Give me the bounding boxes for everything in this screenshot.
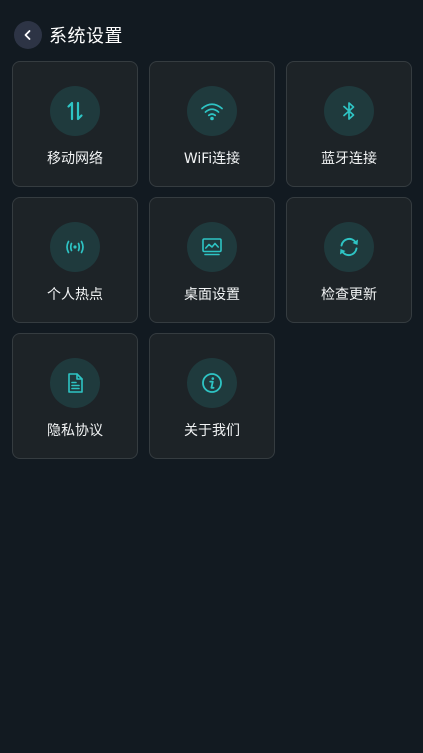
tile-bluetooth[interactable]: 蓝牙连接 [286, 61, 412, 187]
settings-grid: 移动网络 WiFi连接 蓝牙连接 个人热点 桌面设置 检查更新 隐私协议 关于我… [12, 61, 412, 459]
tile-hotspot[interactable]: 个人热点 [12, 197, 138, 323]
tile-desktop[interactable]: 桌面设置 [149, 197, 275, 323]
tile-label: 关于我们 [184, 423, 240, 439]
info-icon [202, 373, 222, 393]
tile-label: 个人热点 [47, 287, 103, 303]
tile-privacy-policy[interactable]: 隐私协议 [12, 333, 138, 459]
tile-check-update[interactable]: 检查更新 [286, 197, 412, 323]
tile-label: 检查更新 [321, 287, 377, 303]
tile-label: 桌面设置 [184, 287, 240, 303]
hotspot-icon [66, 240, 84, 254]
back-button[interactable] [14, 21, 42, 49]
icon-badge [50, 222, 100, 272]
icon-badge [324, 222, 374, 272]
mobile-data-icon [67, 101, 83, 121]
refresh-icon [340, 237, 358, 257]
tile-label: 移动网络 [47, 151, 103, 167]
icon-badge [50, 358, 100, 408]
tile-label: 蓝牙连接 [321, 151, 377, 167]
bluetooth-icon [343, 102, 355, 120]
tile-about-us[interactable]: 关于我们 [149, 333, 275, 459]
icon-badge [187, 222, 237, 272]
tile-label: WiFi连接 [183, 151, 241, 167]
document-icon [68, 373, 83, 393]
icon-badge [187, 358, 237, 408]
tile-mobile-network[interactable]: 移动网络 [12, 61, 138, 187]
icon-badge [187, 86, 237, 136]
desktop-icon [202, 238, 222, 256]
tile-label: 隐私协议 [47, 423, 103, 439]
chevron-left-icon [24, 30, 31, 40]
wifi-icon [201, 103, 223, 121]
icon-badge [324, 86, 374, 136]
tile-wifi[interactable]: WiFi连接 [149, 61, 275, 187]
page-title: 系统设置 [49, 26, 123, 47]
icon-badge [50, 86, 100, 136]
settings-page: 系统设置 移动网络 WiFi连接 蓝牙连接 个人热点 桌面设置 检查更新 隐私协… [0, 0, 423, 753]
header: 系统设置 [14, 20, 123, 50]
